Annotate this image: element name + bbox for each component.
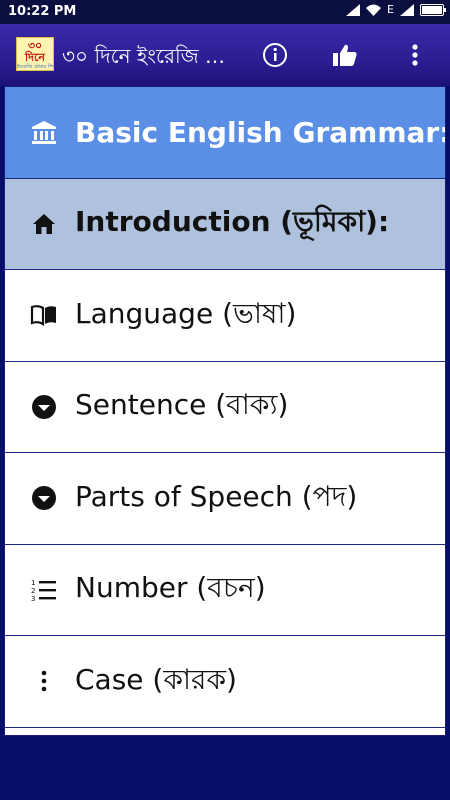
status-icons: E	[346, 3, 446, 16]
signal-icon	[346, 3, 361, 16]
signal-icon-2	[400, 3, 414, 16]
more-vert-icon[interactable]	[400, 40, 430, 70]
thumbs-up-icon[interactable]	[330, 40, 360, 70]
list-item-sentence[interactable]: Sentence (বাক্য)	[5, 362, 445, 453]
logo-text-bottom: ইংরেজি গ্রামার শিক্ষা	[17, 64, 54, 70]
bank-icon	[29, 117, 59, 147]
book-icon	[29, 300, 59, 330]
svg-text:1: 1	[31, 579, 35, 587]
list-item-label: Introduction (ভূমিকা):	[75, 205, 390, 239]
status-bar: 10:22 PM E	[0, 0, 450, 24]
list-item-introduction[interactable]: Introduction (ভূমিকা):	[5, 178, 445, 270]
list-item-label: Basic English Grammar:	[75, 115, 446, 149]
numbered-list-icon: 1 2 3	[29, 575, 59, 605]
list-item-label: Number (বচন)	[75, 571, 266, 605]
app-bar: ৩০ দিনে ইংরেজি গ্রামার শিক্ষা ৩০ দিনে ইং…	[0, 24, 450, 86]
list-item-case[interactable]: Case (কারক)	[5, 636, 445, 728]
list-item-language[interactable]: Language (ভাষা)	[5, 270, 445, 362]
chevron-circle-icon	[29, 392, 59, 422]
list-item-label: Sentence (বাক্য)	[75, 388, 289, 422]
svg-text:2: 2	[31, 587, 35, 595]
list-item-number[interactable]: 1 2 3 Number (বচন)	[5, 545, 445, 636]
list-item-label: Parts of Speech (পদ)	[75, 479, 358, 513]
battery-icon	[420, 3, 446, 16]
list-item-basic-english-grammar[interactable]: Basic English Grammar:	[5, 87, 445, 179]
logo-text-top: ৩০ দিনে	[25, 39, 45, 64]
svg-text:3: 3	[31, 595, 35, 602]
list-item-label: Language (ভাষা)	[75, 296, 297, 330]
network-type: E	[387, 3, 394, 16]
wifi-icon	[366, 4, 382, 16]
list-item-label: Case (কারক)	[75, 662, 237, 696]
chevron-circle-icon	[29, 483, 59, 513]
app-title: ৩০ দিনে ইংরেজি গ্রামার শিক্ষা	[62, 44, 230, 68]
dots-vertical-icon	[29, 666, 59, 696]
home-icon	[29, 209, 59, 239]
topic-list: Basic English Grammar: Introduction (ভূম…	[4, 86, 446, 736]
list-item-parts-of-speech[interactable]: Parts of Speech (পদ)	[5, 453, 445, 545]
status-time: 10:22 PM	[8, 4, 77, 19]
info-icon[interactable]	[260, 40, 290, 70]
app-logo: ৩০ দিনে ইংরেজি গ্রামার শিক্ষা	[16, 37, 54, 71]
